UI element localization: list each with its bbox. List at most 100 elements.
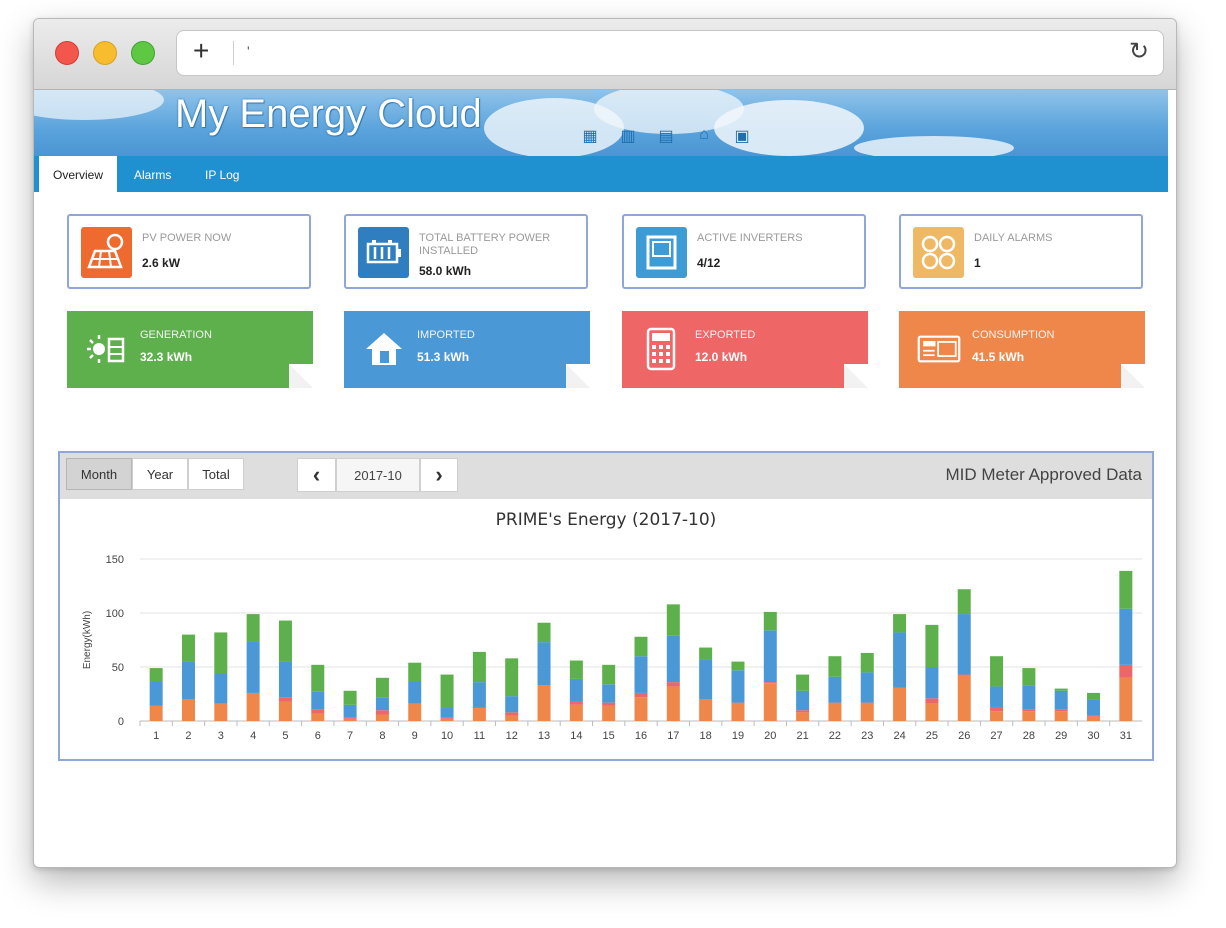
- bar-segment: [1022, 668, 1036, 686]
- tile-consumption[interactable]: CONSUMPTION 41.5 kWh: [899, 311, 1145, 388]
- close-window-button[interactable]: [55, 41, 79, 65]
- battery-icon: [358, 227, 409, 278]
- new-tab-icon[interactable]: +: [193, 36, 209, 66]
- bar-segment: [602, 664, 616, 685]
- next-period-button[interactable]: ›: [420, 458, 458, 492]
- bar-segment: [634, 656, 648, 693]
- reload-icon[interactable]: ↻: [1129, 37, 1149, 66]
- page-curl-decoration: [289, 364, 313, 388]
- zoom-window-button[interactable]: [131, 41, 155, 65]
- tab-overview[interactable]: Overview: [39, 156, 117, 192]
- tile-exported[interactable]: EXPORTED 12.0 kWh: [622, 311, 868, 388]
- tab-alarms[interactable]: Alarms: [134, 156, 171, 192]
- x-tick-label: 7: [347, 730, 353, 742]
- bar-segment: [181, 634, 195, 662]
- cloud-decoration: [854, 136, 1014, 156]
- plant-icon[interactable]: ▦: [579, 126, 601, 146]
- bar-segment: [699, 659, 713, 700]
- bar-segment: [860, 672, 874, 703]
- bar-segment: [666, 682, 680, 687]
- bar-segment: [440, 708, 454, 718]
- bar-segment: [763, 683, 777, 721]
- y-axis-label: Energy(kWh): [82, 611, 93, 669]
- bar-segment: [214, 703, 228, 721]
- bar-segment: [408, 681, 422, 704]
- bar-segment: [828, 656, 842, 677]
- minimize-window-button[interactable]: [93, 41, 117, 65]
- bar-segment: [408, 662, 422, 682]
- bar-segment: [634, 636, 648, 657]
- bar-segment: [505, 712, 519, 716]
- year-button[interactable]: Year: [132, 458, 188, 490]
- total-button[interactable]: Total: [188, 458, 244, 490]
- bar-segment: [343, 717, 357, 719]
- tab-ip-log[interactable]: IP Log: [205, 156, 239, 192]
- y-tick-label: 50: [112, 662, 124, 674]
- bar-segment: [731, 702, 745, 704]
- tile-imported[interactable]: IMPORTED 51.3 kWh: [344, 311, 590, 388]
- bar-segment: [505, 658, 519, 697]
- energy-bar-chart: PRIME's Energy (2017-10) Energy(kWh) 0 50 10…: [82, 510, 1142, 742]
- bar-segment: [214, 673, 228, 704]
- stat-label: ACTIVE INVERTERS: [697, 232, 803, 244]
- x-tick-label: 6: [315, 730, 321, 742]
- bar-segment: [634, 692, 648, 698]
- x-tick-label: 26: [958, 730, 970, 742]
- bar-segment: [472, 682, 486, 707]
- bar-segment: [149, 668, 163, 682]
- previous-period-button[interactable]: ‹: [297, 458, 336, 492]
- bar-segment: [602, 702, 616, 706]
- bar-segment: [440, 674, 454, 709]
- period-display[interactable]: 2017-10: [336, 458, 420, 492]
- solar-panel-icon: [81, 227, 132, 278]
- tab-bar: Overview Alarms IP Log: [34, 156, 1168, 192]
- meter-icon[interactable]: ⌂: [693, 126, 715, 146]
- bar-segment: [472, 708, 486, 721]
- car-icon[interactable]: ▣: [731, 126, 753, 146]
- month-button[interactable]: Month: [66, 458, 132, 490]
- bar-segment: [375, 714, 389, 721]
- y-tick-label: 100: [106, 608, 124, 620]
- banner-nav-icons: ▦ ▥ ▤ ⌂ ▣: [579, 126, 753, 146]
- bar-segment: [440, 717, 454, 719]
- stat-card-alarms: DAILY ALARMS 1: [899, 214, 1143, 289]
- bar-segment: [957, 675, 971, 721]
- stat-label: DAILY ALARMS: [974, 232, 1053, 244]
- bar-segment: [860, 702, 874, 704]
- bar-segment: [666, 686, 680, 721]
- bar-segment: [537, 685, 551, 721]
- x-tick-label: 15: [603, 730, 615, 742]
- bar-segment: [278, 701, 292, 721]
- tile-generation[interactable]: GENERATION 32.3 kWh: [67, 311, 313, 388]
- address-bar[interactable]: + ' ↻: [176, 30, 1164, 76]
- x-tick-label: 17: [667, 730, 679, 742]
- bar-segment: [149, 705, 163, 721]
- bar-segment: [1054, 711, 1068, 721]
- url-text[interactable]: ': [247, 43, 250, 59]
- bar-segment: [990, 711, 1004, 721]
- inverter-icon[interactable]: ▤: [655, 126, 677, 146]
- bar-segment: [1119, 570, 1133, 609]
- bar-segment: [505, 696, 519, 713]
- page-curl-decoration: [1121, 364, 1145, 388]
- tile-value: 41.5 kWh: [972, 350, 1025, 364]
- bar-segment: [957, 589, 971, 615]
- bar-segment: [408, 703, 422, 721]
- x-tick-label: 18: [700, 730, 712, 742]
- bar-segment: [763, 682, 777, 684]
- bar-segment: [569, 701, 583, 705]
- bar-segment: [375, 677, 389, 698]
- bar-segment: [796, 674, 810, 691]
- calculator-icon: [646, 327, 676, 371]
- bar-segment: [278, 661, 292, 698]
- bar-segment: [731, 661, 745, 671]
- x-tick-label: 5: [282, 730, 288, 742]
- y-tick-label: 150: [106, 554, 124, 566]
- bar-segment: [731, 703, 745, 721]
- battery-icon[interactable]: ▥: [617, 126, 639, 146]
- bar-segment: [1119, 608, 1133, 665]
- x-tick-label: 13: [538, 730, 550, 742]
- x-tick-label: 21: [796, 730, 808, 742]
- bar-segment: [246, 692, 260, 721]
- bar-segment: [343, 690, 357, 705]
